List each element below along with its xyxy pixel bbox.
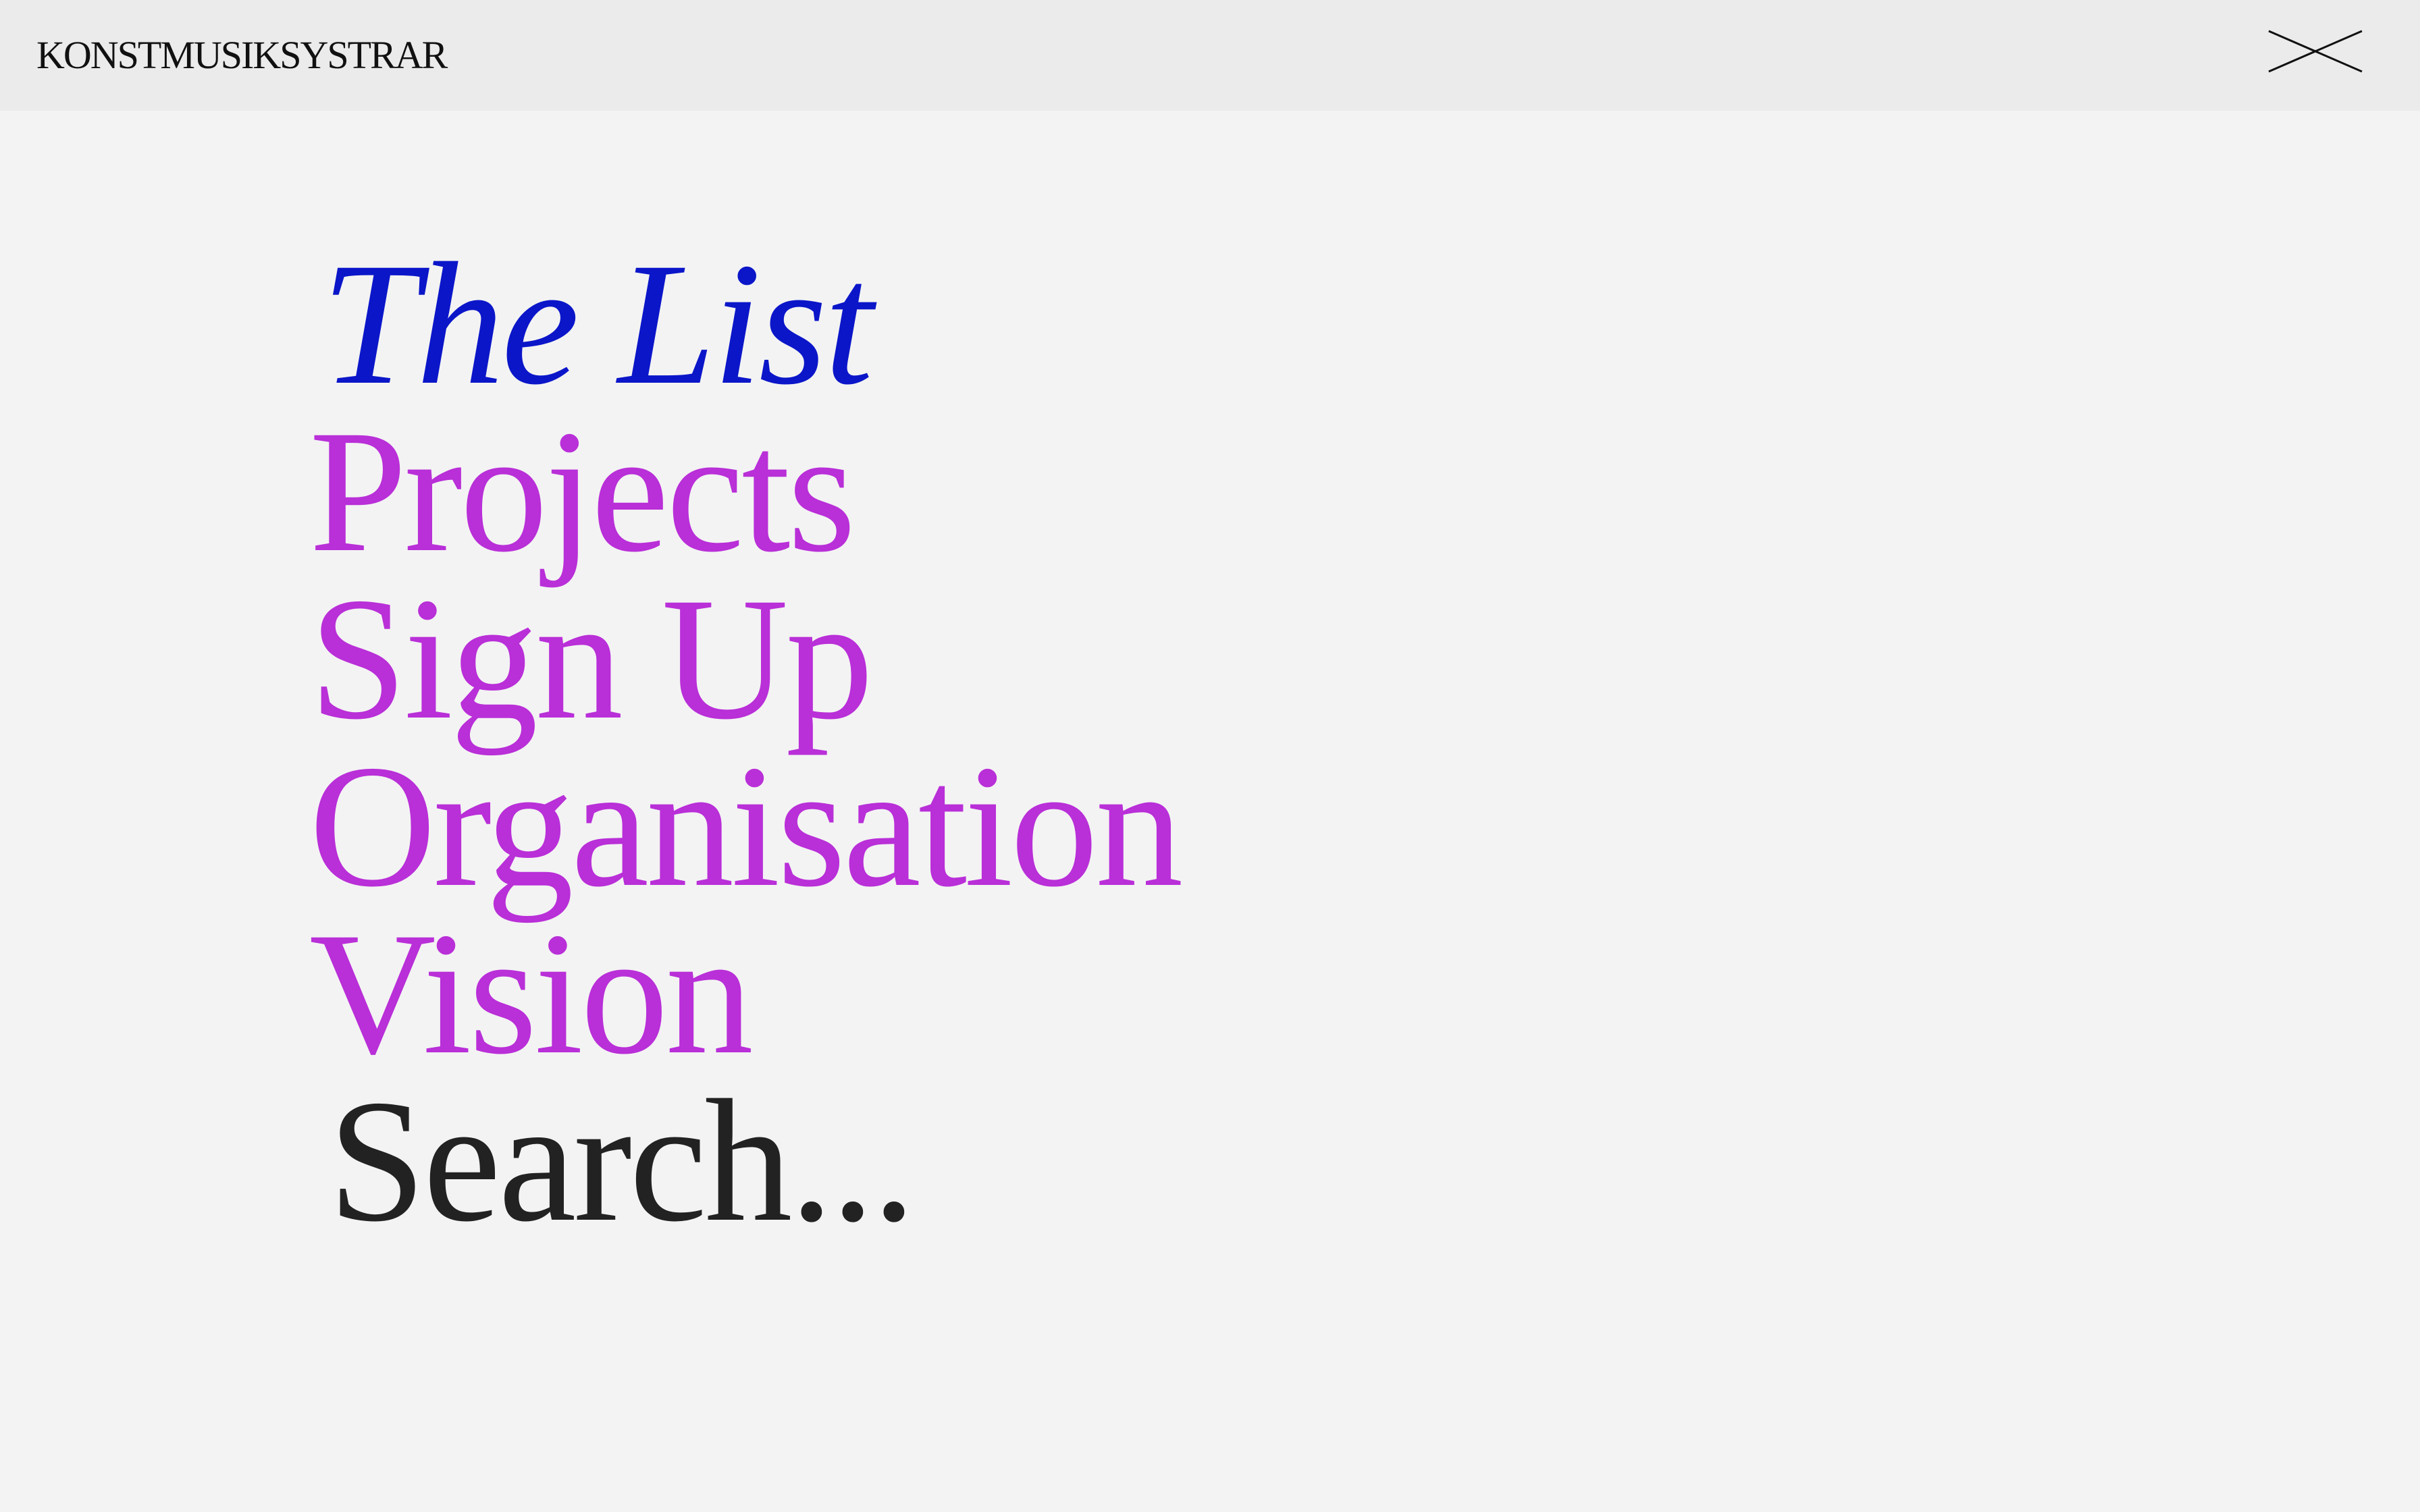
site-logo[interactable]: KONSTMUSIKSYSTRAR xyxy=(36,34,448,77)
nav-item-vision[interactable]: Vision xyxy=(309,906,1180,1081)
search-input[interactable]: Search... xyxy=(309,1073,1180,1249)
header-bar: KONSTMUSIKSYSTRAR xyxy=(0,0,2420,111)
nav-item-organisation[interactable]: Organisation xyxy=(309,738,1183,914)
close-icon xyxy=(2268,30,2363,73)
nav-item-the-list[interactable]: The List xyxy=(309,236,1180,412)
nav-item-sign-up[interactable]: Sign Up xyxy=(309,571,1180,747)
main-navigation-menu: The List Projects Sign Up Organisation V… xyxy=(309,236,1183,1249)
close-menu-button[interactable] xyxy=(2267,24,2363,78)
nav-item-projects[interactable]: Projects xyxy=(309,404,1180,579)
